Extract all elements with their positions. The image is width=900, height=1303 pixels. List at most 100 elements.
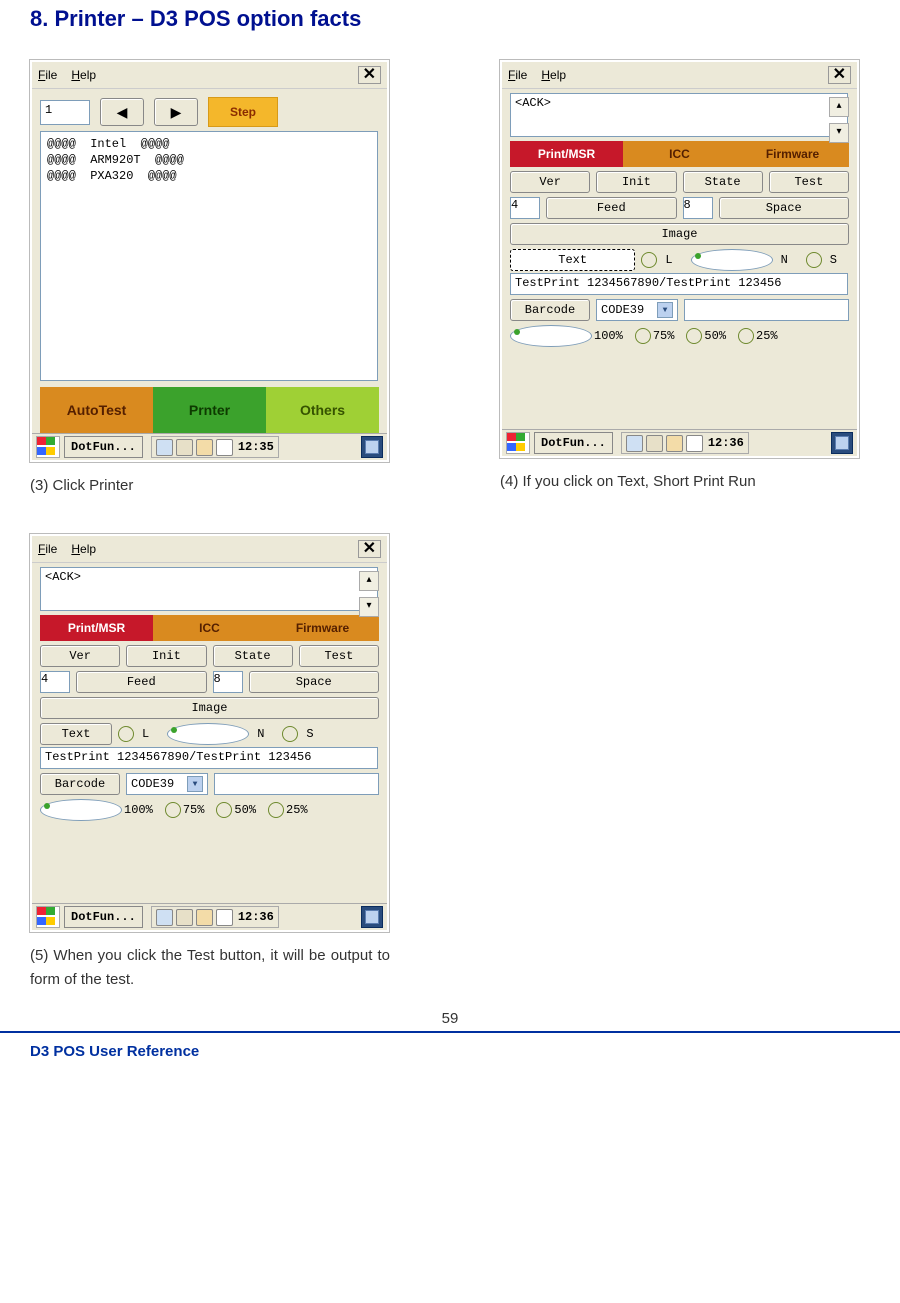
tab-firmware[interactable]: Firmware: [736, 141, 849, 167]
tab-printer[interactable]: Prnter: [153, 387, 266, 433]
radio-scale-25[interactable]: [268, 802, 284, 818]
radio-label-100: 100%: [594, 329, 623, 343]
tray-icon[interactable]: [666, 435, 683, 452]
radio-size-l[interactable]: [118, 726, 134, 742]
radio-scale-50[interactable]: [216, 802, 232, 818]
tray-icon[interactable]: [626, 435, 643, 452]
state-button[interactable]: State: [213, 645, 293, 667]
tab-others[interactable]: Others: [266, 387, 379, 433]
task-switch-icon[interactable]: [361, 906, 383, 928]
image-button[interactable]: Image: [40, 697, 379, 719]
scroll-down-icon[interactable]: ▾: [829, 123, 849, 143]
tab-icc[interactable]: ICC: [623, 141, 736, 167]
ver-button[interactable]: Ver: [40, 645, 120, 667]
tray-icon[interactable]: [156, 909, 173, 926]
tab-icc[interactable]: ICC: [153, 615, 266, 641]
space-button[interactable]: Space: [249, 671, 380, 693]
testprint-input[interactable]: TestPrint 1234567890/TestPrint 123456: [40, 747, 378, 769]
radio-size-l[interactable]: [641, 252, 657, 268]
barcode-input[interactable]: [684, 299, 849, 321]
radio-scale-50[interactable]: [686, 328, 702, 344]
tray-icon[interactable]: [216, 439, 233, 456]
testprint-input[interactable]: TestPrint 1234567890/TestPrint 123456: [510, 273, 848, 295]
menu-file[interactable]: File: [508, 68, 527, 82]
ack-textarea[interactable]: <ACK>: [510, 93, 848, 137]
start-icon[interactable]: [36, 436, 60, 458]
step-number-input[interactable]: 1: [40, 100, 90, 125]
tray-icon[interactable]: [196, 909, 213, 926]
tray-icon[interactable]: [176, 439, 193, 456]
barcode-button[interactable]: Barcode: [510, 299, 590, 321]
start-icon[interactable]: [36, 906, 60, 928]
radio-size-s[interactable]: [806, 252, 822, 268]
task-switch-icon[interactable]: [831, 432, 853, 454]
init-button[interactable]: Init: [596, 171, 676, 193]
menu-help[interactable]: Help: [71, 68, 96, 82]
tray-icon[interactable]: [216, 909, 233, 926]
start-icon[interactable]: [506, 432, 530, 454]
taskbar-clock: 12:36: [238, 910, 274, 924]
tray-icon[interactable]: [156, 439, 173, 456]
test-button[interactable]: Test: [769, 171, 849, 193]
init-button[interactable]: Init: [126, 645, 206, 667]
barcode-type-select[interactable]: CODE39▼: [126, 773, 208, 795]
menu-file[interactable]: File: [38, 68, 57, 82]
test-button[interactable]: Test: [299, 645, 379, 667]
menu-help[interactable]: Help: [71, 542, 96, 556]
feed-count-input[interactable]: 4: [510, 197, 540, 219]
tray: 12:35: [151, 436, 279, 458]
state-button[interactable]: State: [683, 171, 763, 193]
barcode-input[interactable]: [214, 773, 379, 795]
screenshot-step3: File Help ✕ 1 ◀ ▶ Step @@@@ Intel @@@@ @…: [30, 60, 389, 462]
barcode-type-select[interactable]: CODE39▼: [596, 299, 678, 321]
scroll-up-icon[interactable]: ▴: [829, 97, 849, 117]
log-textarea[interactable]: @@@@ Intel @@@@ @@@@ ARM920T @@@@ @@@@ P…: [40, 131, 378, 381]
close-icon[interactable]: ✕: [828, 66, 851, 84]
tray-icon[interactable]: [646, 435, 663, 452]
space-count-input[interactable]: 8: [213, 671, 243, 693]
taskbar-clock: 12:36: [708, 436, 744, 450]
feed-count-input[interactable]: 4: [40, 671, 70, 693]
feed-button[interactable]: Feed: [76, 671, 207, 693]
text-button[interactable]: Text: [40, 723, 112, 745]
radio-scale-75[interactable]: [165, 802, 181, 818]
radio-label-l: L: [665, 253, 672, 267]
radio-size-s[interactable]: [282, 726, 298, 742]
ver-button[interactable]: Ver: [510, 171, 590, 193]
menu-file[interactable]: File: [38, 542, 57, 556]
tab-firmware[interactable]: Firmware: [266, 615, 379, 641]
task-app[interactable]: DotFun...: [64, 906, 143, 928]
tray-icon[interactable]: [176, 909, 193, 926]
radio-scale-100[interactable]: [510, 325, 592, 347]
tab-autotest[interactable]: AutoTest: [40, 387, 153, 433]
task-app[interactable]: DotFun...: [64, 436, 143, 458]
step-prev-button[interactable]: ◀: [100, 98, 144, 126]
step-next-button[interactable]: ▶: [154, 98, 198, 126]
radio-scale-100[interactable]: [40, 799, 122, 821]
text-button[interactable]: Text: [510, 249, 635, 271]
scroll-up-icon[interactable]: ▴: [359, 571, 379, 591]
radio-scale-25[interactable]: [738, 328, 754, 344]
ack-textarea[interactable]: <ACK>: [40, 567, 378, 611]
menu-help[interactable]: Help: [541, 68, 566, 82]
tray-icon[interactable]: [196, 439, 213, 456]
space-button[interactable]: Space: [719, 197, 850, 219]
space-count-input[interactable]: 8: [683, 197, 713, 219]
tab-print-msr[interactable]: Print/MSR: [510, 141, 623, 167]
close-icon[interactable]: ✕: [358, 540, 381, 558]
radio-size-n[interactable]: [167, 723, 249, 745]
task-app[interactable]: DotFun...: [534, 432, 613, 454]
chevron-down-icon: ▼: [187, 776, 203, 792]
scroll-down-icon[interactable]: ▾: [359, 597, 379, 617]
barcode-button[interactable]: Barcode: [40, 773, 120, 795]
close-icon[interactable]: ✕: [358, 66, 381, 84]
radio-size-n[interactable]: [691, 249, 773, 271]
task-switch-icon[interactable]: [361, 436, 383, 458]
tab-print-msr[interactable]: Print/MSR: [40, 615, 153, 641]
tray: 12:36: [151, 906, 279, 928]
taskbar: DotFun... 12:35: [32, 433, 387, 460]
radio-scale-75[interactable]: [635, 328, 651, 344]
image-button[interactable]: Image: [510, 223, 849, 245]
tray-icon[interactable]: [686, 435, 703, 452]
feed-button[interactable]: Feed: [546, 197, 677, 219]
